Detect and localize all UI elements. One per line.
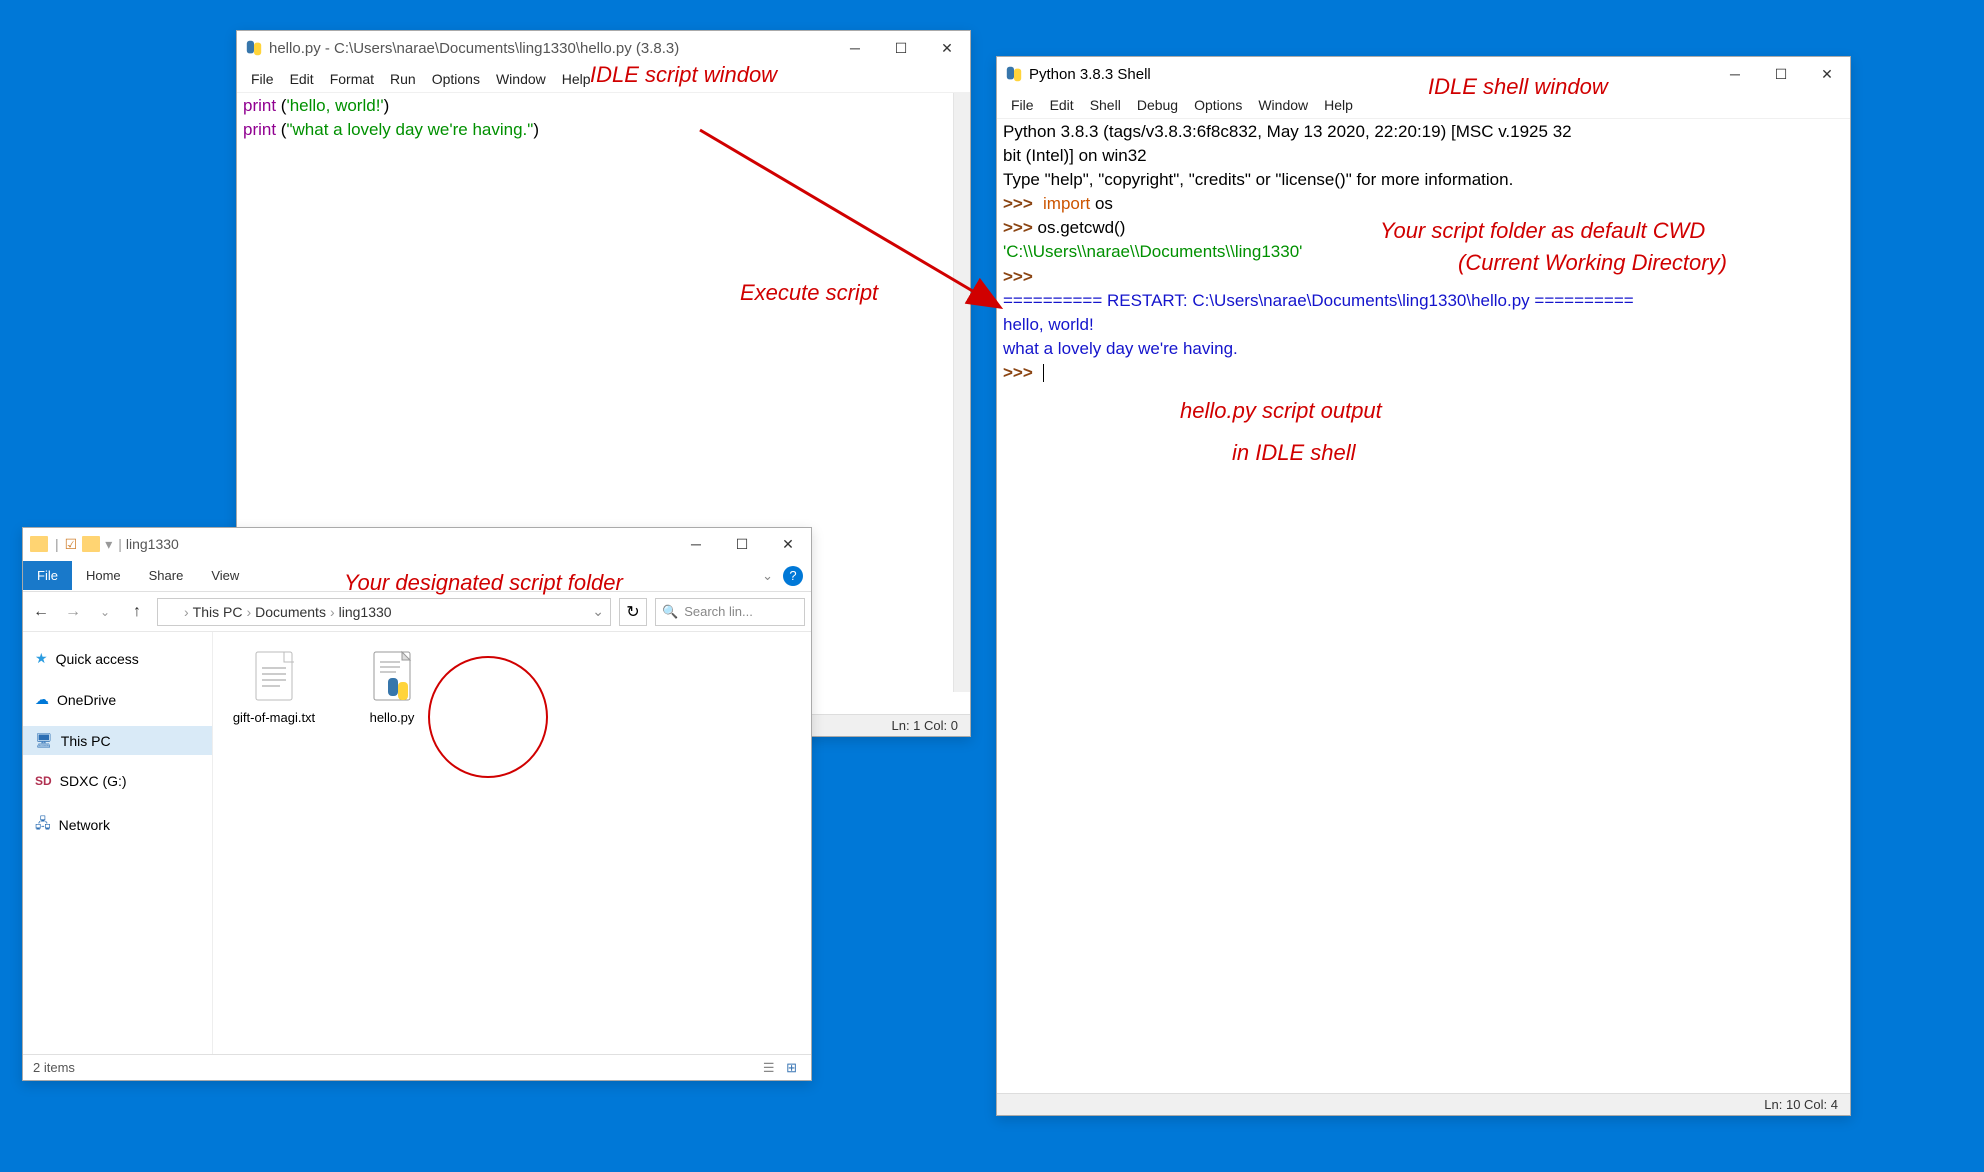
shell-title: Python 3.8.3 Shell: [1029, 66, 1712, 83]
txt-file-icon: [246, 648, 302, 704]
file-name: gift-of-magi.txt: [229, 710, 319, 725]
menu-options[interactable]: Options: [424, 71, 488, 87]
maximize-button[interactable]: ☐: [719, 527, 765, 561]
maximize-button[interactable]: ☐: [1758, 57, 1804, 91]
details-view-button[interactable]: ☰: [759, 1060, 779, 1075]
python-file-icon: [364, 648, 420, 704]
annotation-output1: hello.py script output: [1180, 398, 1382, 424]
close-button[interactable]: ✕: [924, 31, 970, 65]
tab-share[interactable]: Share: [135, 561, 198, 590]
maximize-button[interactable]: ☐: [878, 31, 924, 65]
tab-home[interactable]: Home: [72, 561, 135, 590]
cursor-position: Ln: 1 Col: 0: [892, 718, 959, 733]
python-icon: [1005, 65, 1023, 83]
annotation-output2: in IDLE shell: [1232, 440, 1356, 466]
sidebar-item-quickaccess[interactable]: ★ Quick access: [23, 644, 212, 673]
script-titlebar[interactable]: hello.py - C:\Users\narae\Documents\ling…: [237, 31, 970, 65]
icons-view-button[interactable]: ⊞: [782, 1060, 801, 1075]
shell-statusbar: Ln: 10 Col: 4: [997, 1093, 1850, 1115]
annotation-script-window: IDLE script window: [590, 62, 777, 88]
minimize-button[interactable]: ─: [1712, 57, 1758, 91]
sidebar-item-onedrive[interactable]: ☁ OneDrive: [23, 685, 212, 714]
file-name: hello.py: [347, 710, 437, 725]
annotation-cwd1: Your script folder as default CWD: [1380, 218, 1705, 244]
menu-help[interactable]: Help: [1316, 97, 1361, 113]
shell-menubar: File Edit Shell Debug Options Window Hel…: [997, 91, 1850, 119]
back-button[interactable]: ←: [29, 603, 53, 621]
menu-options[interactable]: Options: [1186, 97, 1250, 113]
tab-view[interactable]: View: [197, 561, 253, 590]
annotation-cwd2: (Current Working Directory): [1458, 250, 1727, 276]
menu-debug[interactable]: Debug: [1129, 97, 1186, 113]
explorer-window: | ☑ ▾ | ling1330 ─ ☐ ✕ File Home Share V…: [22, 527, 812, 1081]
sidebar-item-thispc[interactable]: 🖥 This PC: [23, 726, 212, 755]
annotation-arrow: [700, 130, 1020, 330]
address-bar[interactable]: › This PC › Documents › ling1330 ⌄: [157, 598, 611, 626]
annotation-folder: Your designated script folder: [344, 570, 623, 596]
chevron-down-icon[interactable]: ⌄: [592, 603, 604, 620]
search-input[interactable]: 🔍 Search lin...: [655, 598, 805, 626]
shell-titlebar[interactable]: Python 3.8.3 Shell ─ ☐ ✕: [997, 57, 1850, 91]
breadcrumb-item[interactable]: Documents: [255, 604, 326, 620]
menu-file[interactable]: File: [1003, 97, 1042, 113]
recent-button[interactable]: ⌄: [93, 605, 117, 619]
up-button[interactable]: ↑: [125, 603, 149, 621]
menu-file[interactable]: File: [243, 71, 282, 87]
script-title: hello.py - C:\Users\narae\Documents\ling…: [269, 40, 832, 57]
sidebar-item-network[interactable]: 🖧 Network: [23, 807, 212, 843]
tab-file[interactable]: File: [23, 561, 72, 590]
sidebar-item-sdxc[interactable]: SD SDXC (G:): [23, 767, 212, 795]
explorer-titlebar[interactable]: | ☑ ▾ | ling1330 ─ ☐ ✕: [23, 528, 811, 560]
file-item[interactable]: hello.py: [347, 648, 437, 725]
item-count: 2 items: [33, 1060, 75, 1075]
minimize-button[interactable]: ─: [673, 527, 719, 561]
breadcrumb-item[interactable]: ling1330: [339, 604, 392, 620]
explorer-sidebar: ★ Quick access ☁ OneDrive 🖥 This PC SD S…: [23, 632, 213, 1054]
star-icon: ★: [35, 650, 48, 667]
menu-edit[interactable]: Edit: [282, 71, 322, 87]
folder-icon: [30, 536, 48, 552]
pc-icon: 🖥: [35, 732, 53, 749]
annotation-shell-window: IDLE shell window: [1428, 74, 1608, 100]
forward-button[interactable]: →: [61, 603, 85, 621]
network-icon: 🖧: [35, 813, 51, 837]
file-item[interactable]: gift-of-magi.txt: [229, 648, 319, 725]
sd-icon: SD: [35, 774, 52, 788]
menu-shell[interactable]: Shell: [1082, 97, 1129, 113]
python-icon: [245, 39, 263, 57]
help-icon[interactable]: ?: [783, 566, 803, 586]
folder-icon: [82, 536, 100, 552]
menu-format[interactable]: Format: [322, 71, 382, 87]
explorer-statusbar: 2 items ☰ ⊞: [23, 1054, 811, 1080]
menu-window[interactable]: Window: [488, 71, 554, 87]
cursor-position: Ln: 10 Col: 4: [1764, 1097, 1838, 1112]
menu-edit[interactable]: Edit: [1042, 97, 1082, 113]
explorer-folder-name: ling1330: [126, 536, 179, 552]
refresh-button[interactable]: ↻: [619, 598, 647, 626]
chevron-down-icon[interactable]: ⌄: [752, 568, 783, 584]
explorer-nav: ← → ⌄ ↑ › This PC › Documents › ling1330…: [23, 592, 811, 632]
folder-icon: [164, 605, 180, 619]
search-icon: 🔍: [662, 604, 678, 620]
menu-run[interactable]: Run: [382, 71, 424, 87]
close-button[interactable]: ✕: [1804, 57, 1850, 91]
minimize-button[interactable]: ─: [832, 31, 878, 65]
close-button[interactable]: ✕: [765, 527, 811, 561]
annotation-circle: [428, 656, 548, 778]
cloud-icon: ☁: [35, 691, 49, 708]
breadcrumb-item[interactable]: This PC: [193, 604, 243, 620]
menu-window[interactable]: Window: [1250, 97, 1316, 113]
search-placeholder: Search lin...: [684, 604, 753, 619]
idle-shell-window: Python 3.8.3 Shell ─ ☐ ✕ File Edit Shell…: [996, 56, 1851, 1116]
